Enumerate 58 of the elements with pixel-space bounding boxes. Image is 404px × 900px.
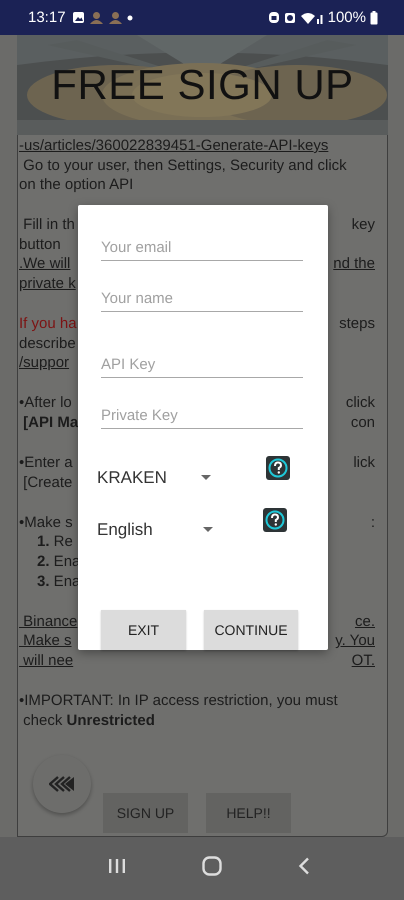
home-icon[interactable] <box>202 856 222 876</box>
chevrons-icon <box>49 776 75 792</box>
input-field[interactable]: Private Key <box>101 403 303 429</box>
status-time: 13:17 <box>28 9 66 26</box>
instruction-link[interactable]: nd the <box>333 254 375 274</box>
input-field[interactable]: Your email <box>101 235 303 261</box>
instruction-text: key <box>352 215 375 235</box>
exit-button[interactable]: EXIT <box>101 610 186 650</box>
battery-icon <box>370 10 378 24</box>
header-title: FREE SIGN UP <box>51 61 354 109</box>
instruction-text: button <box>19 234 61 254</box>
dropdown[interactable]: KRAKEN <box>97 465 211 491</box>
instruction-text: steps <box>339 314 375 334</box>
instruction-text: con <box>350 413 375 433</box>
list-item-text: 1. Re <box>36 532 73 552</box>
instruction-link[interactable]: /suppor <box>19 353 70 373</box>
instruction-text: Go to your user, then Settings, Security and click <box>22 156 347 176</box>
instruction-link[interactable]: private k <box>19 274 76 294</box>
dropdown[interactable]: English <box>97 517 213 543</box>
instruction-link[interactable]: y. You <box>335 631 375 651</box>
instruction-link[interactable]: Binance <box>19 612 78 632</box>
wifi-signal-icon <box>300 10 324 24</box>
instruction-text: : <box>370 512 375 532</box>
caret-icon <box>200 475 211 481</box>
notification-icon <box>108 11 123 24</box>
instruction-text: describe <box>19 334 76 354</box>
instruction-text: •IMPORTANT: In IP access restriction, you must <box>19 690 338 711</box>
caret-icon <box>202 527 213 533</box>
help-icon[interactable] <box>266 456 290 480</box>
dot-icon <box>126 14 133 20</box>
instruction-link[interactable]: Make s <box>19 631 72 651</box>
instruction-text: check Unrestricted <box>22 710 155 730</box>
instruction-text: Fill in th <box>22 215 75 235</box>
help-icon[interactable] <box>263 508 287 532</box>
continue-button[interactable]: CONTINUE <box>204 610 298 650</box>
instruction-link[interactable]: -us/articles/360022839451-Generate-API-keys <box>19 136 328 156</box>
image-icon <box>72 11 85 24</box>
warning-text: If you ha <box>19 314 77 334</box>
instruction-link[interactable]: OT. <box>352 650 375 670</box>
instruction-text: [Create <box>22 472 72 492</box>
instruction-link[interactable]: will nee <box>19 650 74 670</box>
instruction-link[interactable]: ce. <box>354 612 375 632</box>
sign-up-button[interactable]: SIGN UP <box>103 793 188 833</box>
instruction-link[interactable]: .We will <box>19 254 70 274</box>
recent-apps-icon[interactable] <box>108 858 126 874</box>
back-icon[interactable] <box>298 856 310 874</box>
battery-percent: 100% <box>328 9 366 26</box>
input-field[interactable]: Your name <box>101 286 303 312</box>
instruction-text: click <box>346 393 375 414</box>
instruction-text: lick <box>353 453 375 473</box>
input-field[interactable]: API Key <box>101 352 303 378</box>
instruction-text: on the option API <box>19 175 134 195</box>
instruction-text: •After lo <box>19 393 72 414</box>
instruction-text: •Make s <box>19 512 73 532</box>
instruction-text: •Enter a <box>19 453 73 473</box>
instruction-text: [API Ma <box>22 413 78 433</box>
notification-icon <box>88 11 104 24</box>
help-button[interactable]: HELP!! <box>206 793 291 833</box>
